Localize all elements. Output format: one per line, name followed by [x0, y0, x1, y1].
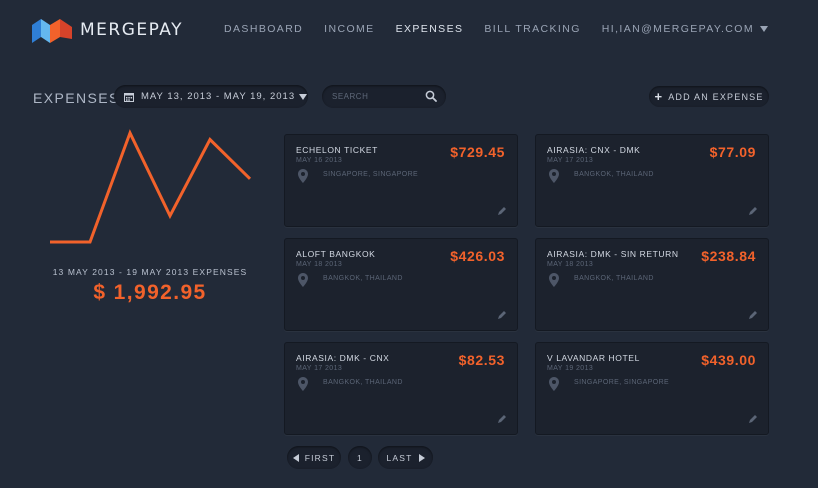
nav-expenses[interactable]: EXPENSES: [396, 23, 464, 35]
nav-income[interactable]: INCOME: [324, 23, 374, 35]
search-input[interactable]: [332, 89, 422, 104]
summary-label: 13 MAY 2013 - 19 MAY 2013 EXPENSES: [52, 267, 248, 277]
page-title: EXPENSES: [33, 90, 120, 106]
expense-card[interactable]: AIRASIA: DMK - CNX MAY 17 2013 $82.53 BA…: [284, 342, 518, 435]
search-box: [322, 85, 446, 108]
caret-left-icon: [292, 453, 299, 462]
expense-date: MAY 18 2013: [547, 261, 594, 268]
toolbar: EXPENSES MAY 13, 2013 - MAY 19, 2013 + A…: [0, 85, 818, 109]
expense-location: BANGKOK, THAILAND: [574, 171, 654, 178]
calendar-icon: [124, 92, 134, 102]
chevron-down-icon: [299, 93, 308, 100]
expense-location: BANGKOK, THAILAND: [574, 275, 654, 282]
pencil-icon[interactable]: [748, 310, 758, 320]
location-pin-icon: [298, 377, 308, 391]
search-icon[interactable]: [425, 90, 437, 102]
expense-amount: $82.53: [458, 352, 505, 368]
page-number-button[interactable]: 1: [348, 446, 372, 469]
expense-amount: $426.03: [450, 248, 505, 264]
location-pin-icon: [549, 169, 559, 183]
date-range-picker[interactable]: MAY 13, 2013 - MAY 19, 2013: [114, 85, 308, 108]
mergepay-logo-icon: [32, 19, 72, 43]
expense-title: ALOFT BANGKOK: [296, 249, 376, 259]
expense-amount: $77.09: [709, 144, 756, 160]
expense-title: AIRASIA: DMK - CNX: [296, 353, 390, 363]
expense-title: AIRASIA: DMK - SIN RETURN: [547, 249, 679, 259]
user-email: HI,IAN@MERGEPAY.COM: [601, 23, 754, 35]
caret-right-icon: [418, 453, 425, 462]
expense-title: AIRASIA: CNX - DMK: [547, 145, 641, 155]
chevron-down-icon: [760, 26, 768, 32]
expense-location: SINGAPORE, SINGAPORE: [323, 171, 419, 178]
page-number: 1: [357, 452, 363, 463]
expense-amount: $439.00: [701, 352, 756, 368]
top-navigation: MERGEPAY DASHBOARD INCOME EXPENSES BILL …: [0, 0, 818, 60]
add-expense-label: ADD AN EXPENSE: [668, 91, 764, 102]
pencil-icon[interactable]: [497, 206, 507, 216]
expense-date: MAY 17 2013: [296, 365, 343, 372]
expense-date: MAY 16 2013: [296, 157, 343, 164]
date-range-value: MAY 13, 2013 - MAY 19, 2013: [141, 91, 296, 102]
location-pin-icon: [549, 273, 559, 287]
plus-icon: +: [654, 89, 664, 104]
pencil-icon[interactable]: [497, 414, 507, 424]
expense-amount: $729.45: [450, 144, 505, 160]
summary-total: $ 1,992.95: [93, 281, 207, 304]
pencil-icon[interactable]: [497, 310, 507, 320]
logo[interactable]: MERGEPAY: [32, 15, 183, 45]
expense-card[interactable]: ALOFT BANGKOK MAY 18 2013 $426.03 BANGKO…: [284, 238, 518, 331]
first-page-label: FIRST: [304, 452, 336, 463]
expense-line-chart: [50, 129, 252, 244]
user-menu[interactable]: HI,IAN@MERGEPAY.COM: [602, 23, 768, 35]
expense-amount: $238.84: [701, 248, 756, 264]
expense-date: MAY 17 2013: [547, 157, 594, 164]
first-page-button[interactable]: FIRST: [287, 446, 341, 469]
main-nav: DASHBOARD INCOME EXPENSES BILL TRACKING …: [203, 23, 768, 35]
nav-bill-tracking[interactable]: BILL TRACKING: [484, 23, 580, 35]
add-expense-button[interactable]: + ADD AN EXPENSE: [649, 86, 769, 107]
expense-title: V LAVANDAR HOTEL: [547, 353, 640, 363]
location-pin-icon: [549, 377, 559, 391]
pencil-icon[interactable]: [748, 206, 758, 216]
expense-location: SINGAPORE, SINGAPORE: [574, 379, 670, 386]
pencil-icon[interactable]: [748, 414, 758, 424]
expense-card[interactable]: AIRASIA: DMK - SIN RETURN MAY 18 2013 $2…: [535, 238, 769, 331]
last-page-label: LAST: [386, 452, 413, 463]
expense-date: MAY 18 2013: [296, 261, 343, 268]
location-pin-icon: [298, 169, 308, 183]
last-page-button[interactable]: LAST: [378, 446, 433, 469]
expense-card[interactable]: ECHELON TICKET MAY 16 2013 $729.45 SINGA…: [284, 134, 518, 227]
expense-title: ECHELON TICKET: [296, 145, 378, 155]
expense-card[interactable]: AIRASIA: CNX - DMK MAY 17 2013 $77.09 BA…: [535, 134, 769, 227]
expense-location: BANGKOK, THAILAND: [323, 275, 403, 282]
nav-dashboard[interactable]: DASHBOARD: [224, 23, 303, 35]
expense-location: BANGKOK, THAILAND: [323, 379, 403, 386]
expense-card[interactable]: V LAVANDAR HOTEL MAY 19 2013 $439.00 SIN…: [535, 342, 769, 435]
expense-series-line: [50, 129, 252, 244]
location-pin-icon: [298, 273, 308, 287]
pagination: FIRST 1 LAST: [0, 446, 818, 470]
expense-card-grid: ECHELON TICKET MAY 16 2013 $729.45 SINGA…: [284, 134, 770, 436]
expense-date: MAY 19 2013: [547, 365, 594, 372]
brand-name: MERGEPAY: [80, 20, 183, 40]
